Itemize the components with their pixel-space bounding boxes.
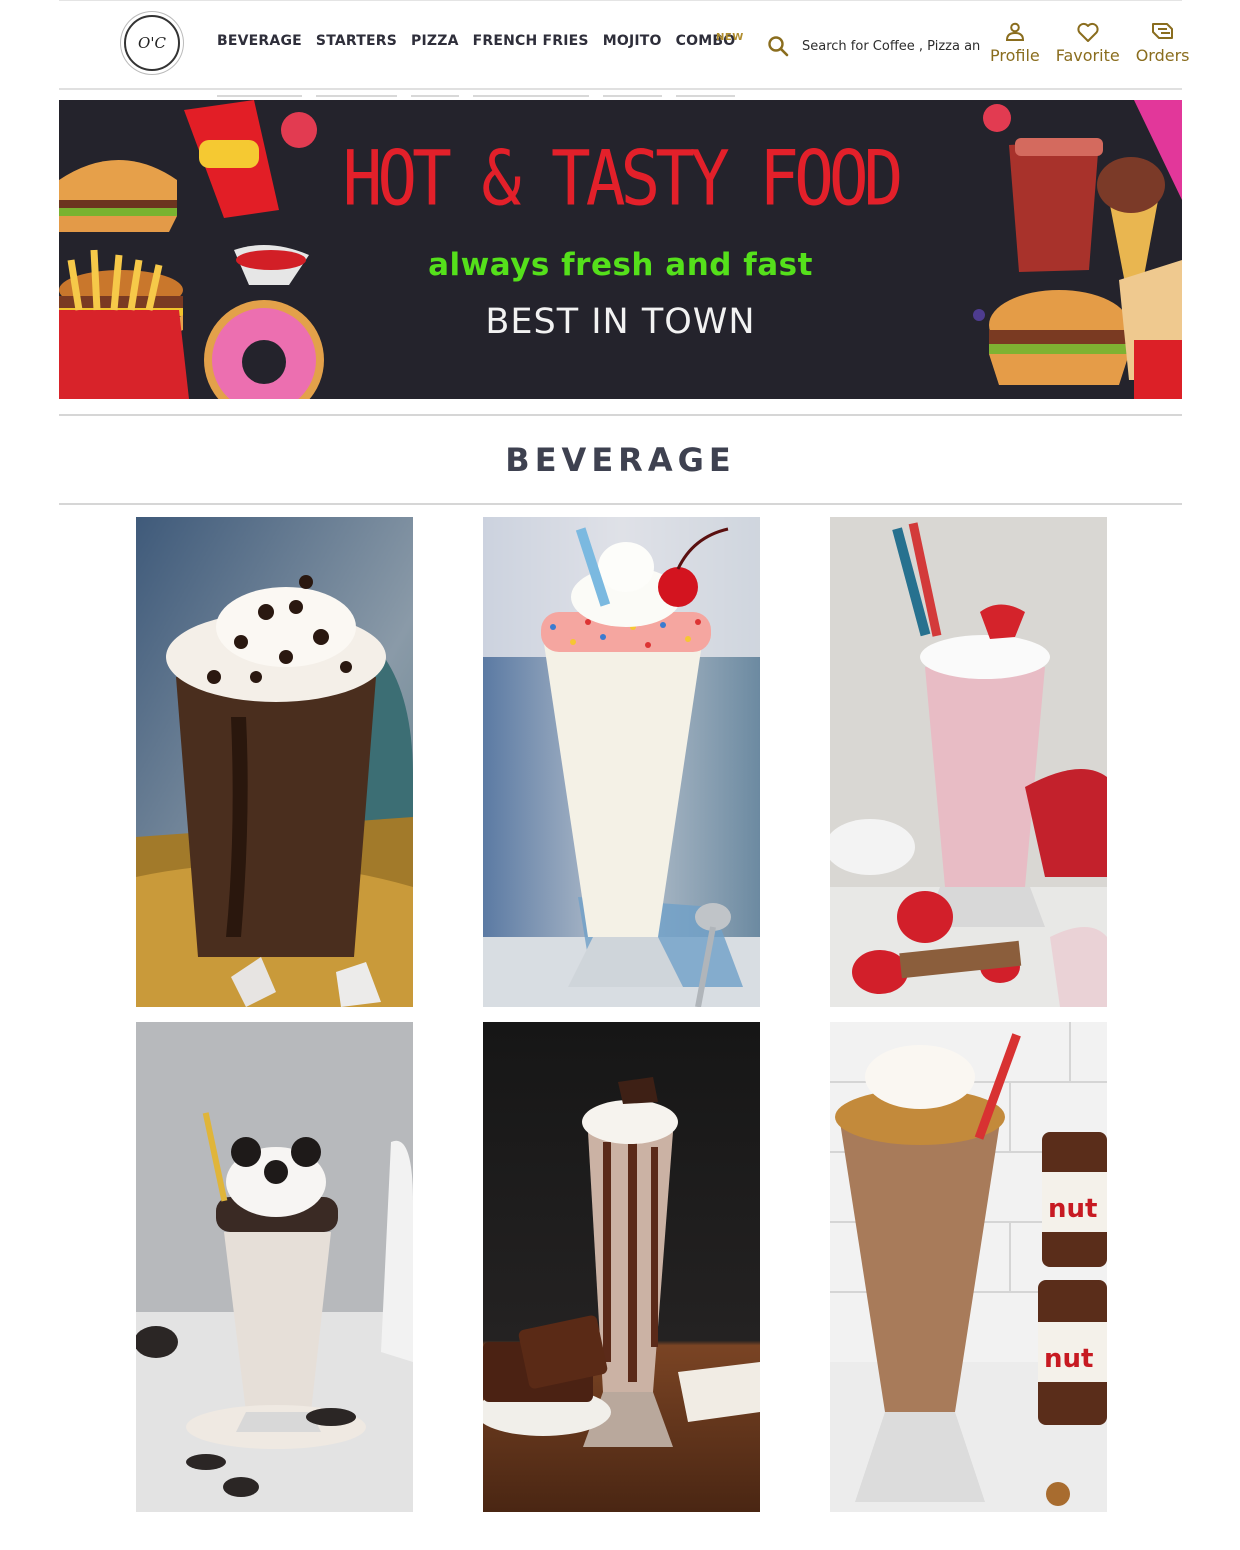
section-divider-top [59,414,1182,416]
orders-button[interactable]: Orders [1136,20,1190,65]
nav-french-fries[interactable]: FRENCH FRIES [472,33,589,97]
product-card[interactable] [483,1022,760,1512]
oreo-milkshake-image [136,1022,413,1512]
new-badge: NEW [716,32,744,43]
search-input[interactable] [802,38,980,54]
strawberry-milkshake-image [830,517,1107,1007]
brand-logo[interactable]: O'C [114,13,190,73]
product-card[interactable] [483,517,760,1007]
category-nav: BEVERAGE STARTERS PIZZA FRENCH FRIES MOJ… [217,33,736,97]
nav-mojito[interactable]: MOJITO [602,33,662,97]
nutella-milkshake-image: nut nut [830,1022,1107,1512]
brownie-milkshake-image [483,1022,760,1512]
section-divider-bottom [59,503,1182,505]
favorite-label: Favorite [1055,46,1120,65]
heart-icon [1077,22,1099,42]
svg-text:nut: nut [1044,1344,1093,1374]
product-card[interactable] [830,517,1107,1007]
banner-subline: BEST IN TOWN [485,302,756,342]
banner-tagline: always fresh and fast [428,247,813,283]
product-card[interactable]: nut nut [830,1022,1107,1512]
orders-icon [1151,23,1173,39]
nav-starters[interactable]: STARTERS [315,33,398,97]
user-icon [1005,22,1024,41]
search-icon[interactable] [766,34,790,58]
header-actions: Profile Favorite Orders [990,20,1190,65]
nav-pizza[interactable]: PIZZA [411,33,459,97]
nav-beverage[interactable]: BEVERAGE [217,33,302,97]
chocolate-frappe-image [136,517,413,1007]
promo-banner[interactable]: HOT & TASTY FOOD always fresh and fast B… [59,100,1182,399]
section-title: BEVERAGE [505,441,736,479]
favorite-button[interactable]: Favorite [1056,20,1120,65]
orders-label: Orders [1135,46,1190,65]
logo-mark: O'C [124,15,180,71]
product-card[interactable] [136,517,413,1007]
profile-label: Profile [990,46,1040,65]
profile-button[interactable]: Profile [990,20,1040,65]
vanilla-milkshake-image [483,517,760,1007]
banner-headline: HOT & TASTY FOOD [342,134,904,223]
product-card[interactable] [136,1022,413,1512]
search-bar [766,30,981,62]
svg-text:nut: nut [1048,1194,1097,1224]
